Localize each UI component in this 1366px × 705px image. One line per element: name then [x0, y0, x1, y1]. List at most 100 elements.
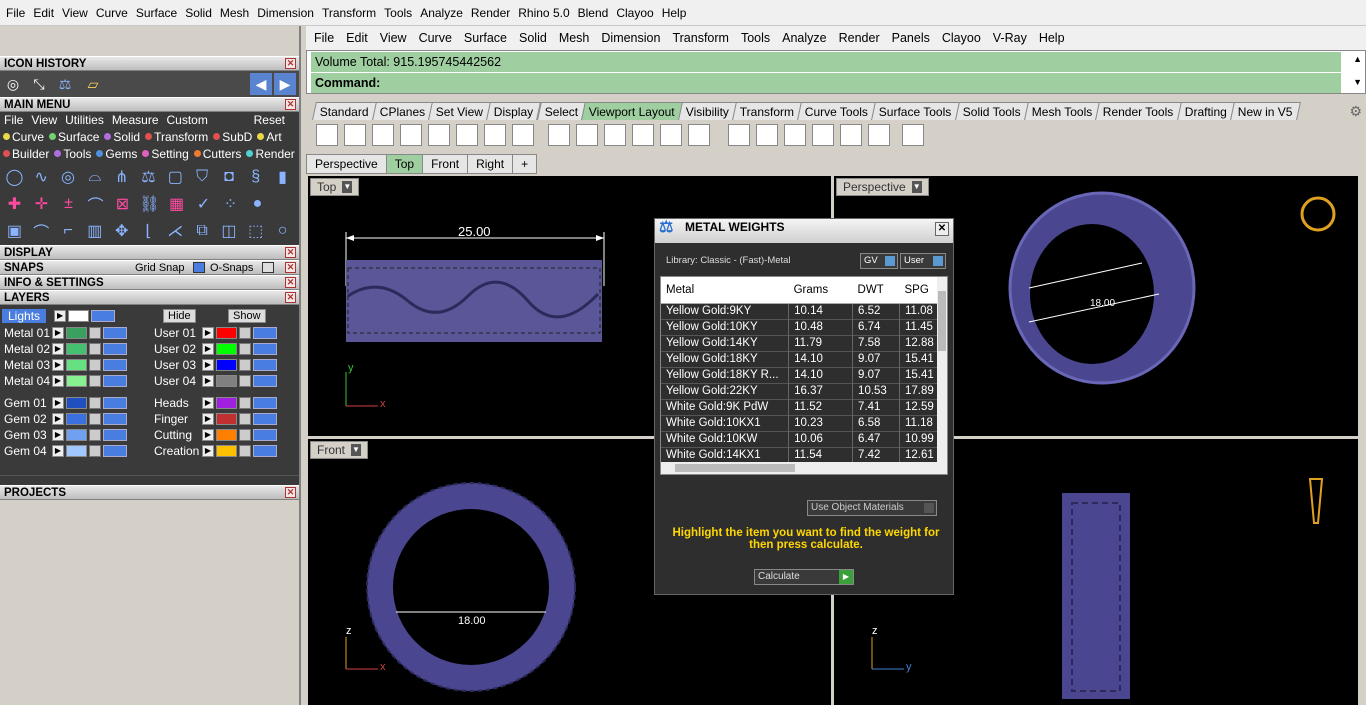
main-menu-file[interactable]: File: [0, 113, 27, 127]
rhino-menu-v-ray[interactable]: V-Ray: [988, 31, 1034, 45]
layer-row[interactable]: User 02 ▶: [150, 341, 277, 356]
menu-blend[interactable]: Blend: [574, 0, 613, 26]
show-button[interactable]: Show: [228, 308, 266, 323]
tab-solid-tools[interactable]: Solid Tools: [954, 102, 1029, 120]
hide-button[interactable]: Hide: [163, 308, 196, 323]
sphere-render-icon[interactable]: [548, 124, 570, 146]
rhino-menu-analyze[interactable]: Analyze: [777, 31, 833, 45]
close-icon[interactable]: ✕: [285, 247, 296, 258]
menu-analyze[interactable]: Analyze: [416, 0, 467, 26]
close-icon[interactable]: ✕: [285, 277, 296, 288]
cross-box-icon[interactable]: ⊠: [110, 191, 135, 216]
menu-render[interactable]: Render: [467, 0, 514, 26]
menu-mesh[interactable]: Mesh: [216, 0, 253, 26]
arrow-right-icon[interactable]: ▶: [52, 396, 64, 409]
arrow-right-icon[interactable]: ▶: [52, 358, 64, 371]
tab-transform[interactable]: Transform: [731, 102, 803, 120]
layer-visibility-toggle[interactable]: [253, 342, 277, 355]
menu-clayoo[interactable]: Clayoo: [612, 0, 657, 26]
category-setting[interactable]: Setting: [139, 147, 189, 161]
layer-visibility-toggle[interactable]: [103, 342, 127, 355]
lights-on-toggle[interactable]: [91, 309, 116, 322]
tab-display[interactable]: Display: [486, 102, 542, 120]
lock-icon[interactable]: [89, 396, 101, 409]
layer-name[interactable]: Metal 02: [0, 342, 52, 356]
layer-color[interactable]: [216, 342, 237, 355]
menu-file[interactable]: File: [2, 0, 29, 26]
table-row[interactable]: White Gold:10KX1 10.23 6.58 11.18: [661, 414, 939, 431]
tab-mesh-tools[interactable]: Mesh Tools: [1023, 102, 1100, 120]
layer-row[interactable]: Metal 03 ▶: [0, 357, 127, 372]
curve-icon[interactable]: ∿: [29, 164, 54, 189]
layout-2x2-icon[interactable]: [344, 124, 366, 146]
snaps-header[interactable]: SNAPS Grid Snap O-Snaps ✕: [0, 260, 299, 275]
column-header-dwt[interactable]: DWT: [852, 277, 900, 304]
column-header-grams[interactable]: Grams: [788, 277, 853, 304]
lights-label[interactable]: Lights: [2, 308, 47, 323]
table-row[interactable]: Yellow Gold:18KY R... 14.10 9.07 15.41: [661, 366, 939, 383]
fit-icon[interactable]: [784, 124, 806, 146]
bezel-icon[interactable]: ⌓: [82, 164, 107, 189]
frame-icon[interactable]: ▢: [163, 164, 188, 189]
layer-visibility-toggle[interactable]: [253, 358, 277, 371]
gear-icon[interactable]: ⚙: [1349, 103, 1362, 120]
layer-row[interactable]: Cutting ▶: [150, 427, 277, 442]
viewport-tab-right[interactable]: Right: [467, 154, 514, 174]
layer-row[interactable]: User 03 ▶: [150, 357, 277, 372]
rhino-menu-transform[interactable]: Transform: [667, 31, 736, 45]
fan-icon[interactable]: ⋌: [163, 218, 188, 243]
main-menu-header[interactable]: MAIN MENU ✕: [0, 97, 299, 112]
layer-visibility-toggle[interactable]: [103, 428, 127, 441]
arrow-right-icon[interactable]: ▶: [52, 342, 64, 355]
display-header[interactable]: DISPLAY ✕: [0, 245, 299, 260]
fillet-icon[interactable]: ⌐: [56, 218, 81, 243]
category-gems[interactable]: Gems: [93, 147, 137, 161]
lock-icon[interactable]: [89, 444, 101, 457]
cursor-icon[interactable]: ⬚: [243, 218, 268, 243]
arc-icon[interactable]: ⌒: [29, 218, 54, 243]
layer-name[interactable]: Gem 04: [0, 444, 52, 458]
layer-name[interactable]: User 02: [150, 342, 202, 356]
column-header-metal[interactable]: Metal: [661, 277, 789, 304]
rhino-menu-file[interactable]: File: [309, 31, 341, 45]
lock-icon[interactable]: [89, 358, 101, 371]
stack-layout-icon[interactable]: [840, 124, 862, 146]
layer-name[interactable]: Gem 03: [0, 428, 52, 442]
mesh-grid-icon[interactable]: [604, 124, 626, 146]
main-menu-measure[interactable]: Measure: [108, 113, 163, 127]
tab-curve-tools[interactable]: Curve Tools: [797, 102, 877, 120]
toggle-icon[interactable]: ▮: [270, 164, 295, 189]
arrow-left-icon[interactable]: ◀: [250, 73, 272, 95]
move-cross-icon[interactable]: ✥: [109, 218, 134, 243]
column-header-spg[interactable]: SPG: [899, 277, 939, 304]
lock-icon[interactable]: [239, 396, 251, 409]
column-layout-icon[interactable]: [484, 124, 506, 146]
layer-color[interactable]: [66, 428, 87, 441]
close-icon[interactable]: ✕: [285, 487, 296, 498]
layer-visibility-toggle[interactable]: [253, 326, 277, 339]
layer-name[interactable]: Gem 02: [0, 412, 52, 426]
reset-button[interactable]: Reset: [250, 113, 299, 127]
user-toggle[interactable]: User: [900, 253, 946, 269]
lock-icon[interactable]: [89, 412, 101, 425]
layer-color[interactable]: [216, 374, 237, 387]
layer-row[interactable]: Gem 02 ▶: [0, 411, 127, 426]
rhino-menu-curve[interactable]: Curve: [414, 31, 459, 45]
weight-icon[interactable]: ⚖: [136, 164, 161, 189]
arrow-right-icon[interactable]: ▶: [202, 428, 214, 441]
folder-icon[interactable]: ▱: [82, 73, 104, 95]
lens-icon[interactable]: [632, 124, 654, 146]
grid-snap-label[interactable]: Grid Snap: [135, 261, 185, 275]
layer-visibility-toggle[interactable]: [103, 444, 127, 457]
category-subd[interactable]: SubD: [210, 130, 252, 144]
close-icon[interactable]: ✕: [285, 292, 296, 303]
arrow-right-icon[interactable]: ▶: [52, 428, 64, 441]
main-menu-utilities[interactable]: Utilities: [61, 113, 108, 127]
layer-visibility-toggle[interactable]: [253, 444, 277, 457]
corner-icon[interactable]: ⌊: [136, 218, 161, 243]
printer-icon[interactable]: [902, 124, 924, 146]
tab-render-tools[interactable]: Render Tools: [1095, 102, 1182, 120]
layer-name[interactable]: Heads: [150, 396, 202, 410]
close-icon[interactable]: ✕: [285, 99, 296, 110]
category-tools[interactable]: Tools: [51, 147, 91, 161]
